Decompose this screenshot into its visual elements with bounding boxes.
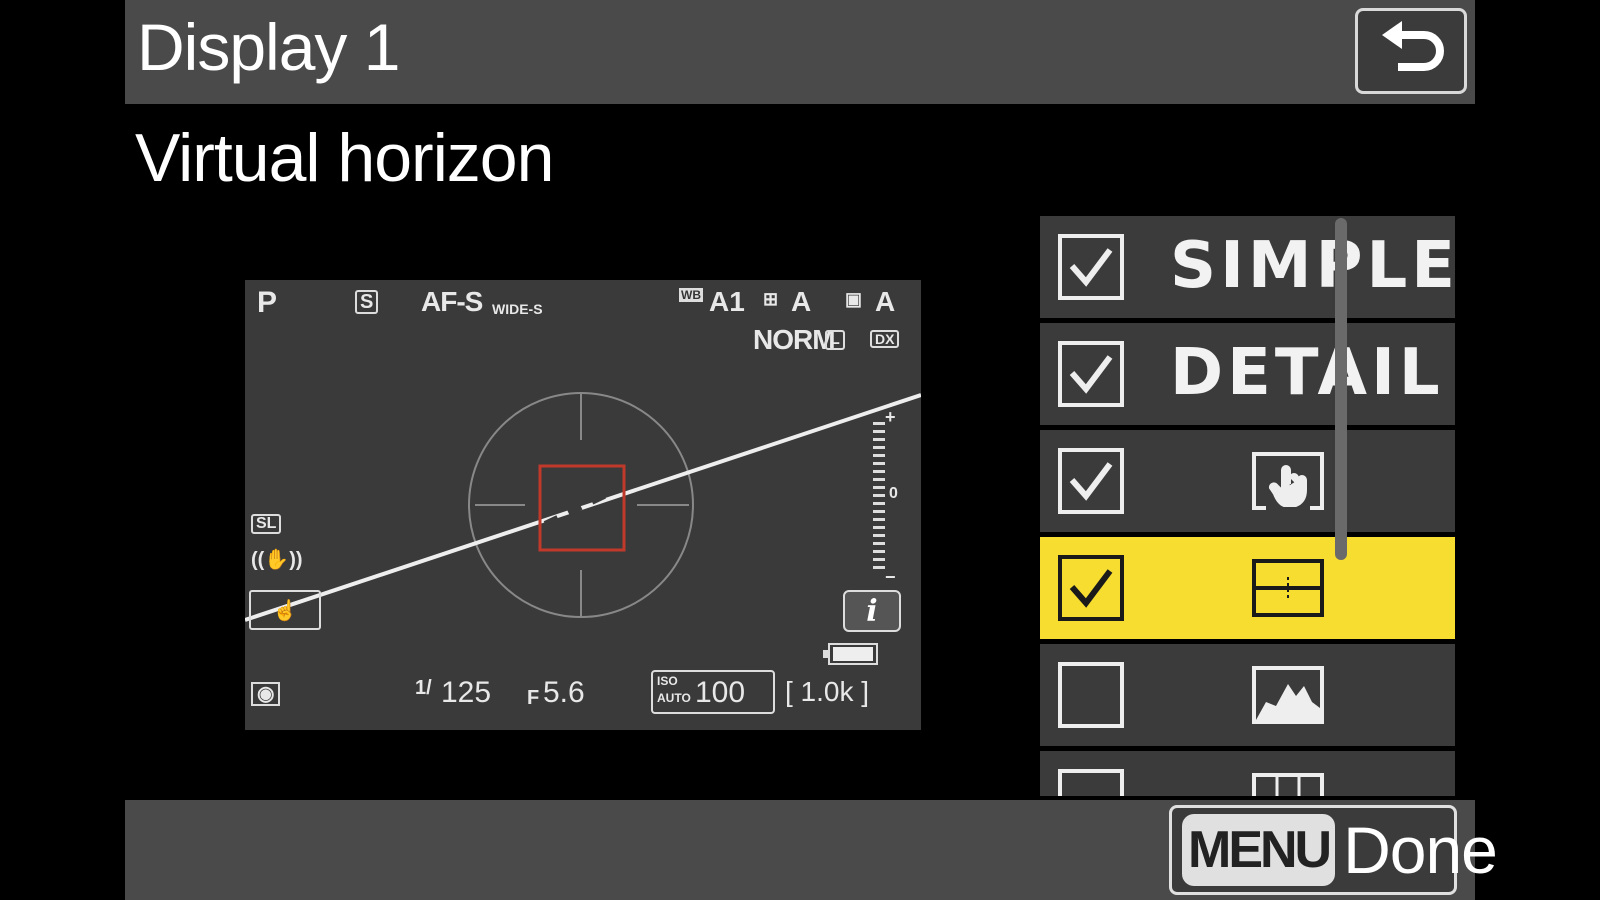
- touch-hand-icon: [1252, 452, 1324, 510]
- checkmark-icon: [1069, 462, 1113, 501]
- battery-icon: [823, 643, 878, 665]
- list-item-virtual-horizon[interactable]: [1040, 537, 1455, 639]
- release-mode: S: [355, 290, 379, 314]
- focus-mode: AF-S: [421, 286, 483, 317]
- exposure-scale-icon: [873, 422, 885, 569]
- crop-mode: DX: [870, 330, 900, 348]
- picture-control-icon: ⊞: [763, 289, 779, 309]
- image-size: L: [825, 330, 845, 350]
- menu-button-badge: MENU: [1182, 814, 1336, 886]
- list-item-touch[interactable]: [1040, 430, 1455, 532]
- display-options-list: SIMPLE DETAIL: [1040, 216, 1455, 796]
- adl-icon: ▣: [845, 289, 863, 309]
- shutter-speed: 125: [441, 676, 492, 709]
- list-item-simple[interactable]: SIMPLE: [1040, 216, 1455, 318]
- checkbox[interactable]: [1058, 341, 1124, 407]
- done-button[interactable]: MENU Done: [1169, 805, 1498, 895]
- vibration-reduction-icon: ((✋)): [251, 549, 303, 571]
- live-view-preview: P S AF-S WIDE-S WB A1 ⊞ A ▣ A NORM L DX …: [245, 280, 921, 730]
- touch-shutter-button[interactable]: ☝: [249, 590, 321, 630]
- shooting-mode: P: [257, 286, 278, 319]
- iso-auto-label: AUTO: [657, 691, 691, 705]
- shots-remaining: [ 1.0k ]: [785, 676, 870, 707]
- iso-label: ISO: [657, 674, 678, 688]
- wb-icon: WB: [679, 288, 703, 302]
- iso-box: ISO AUTO 100: [651, 670, 775, 714]
- aperture-prefix: F: [527, 687, 540, 709]
- screen: Display 1 Virtual horizon P S AF-S WIDE-…: [125, 0, 1498, 900]
- checkmark-icon: [1069, 569, 1113, 608]
- list-scrollbar[interactable]: [1335, 218, 1347, 560]
- histogram-icon: [1252, 666, 1324, 724]
- checkbox[interactable]: [1058, 448, 1124, 514]
- page-title: Display 1: [137, 10, 400, 84]
- iso-value: 100: [695, 676, 746, 709]
- header-bar: Display 1: [125, 0, 1475, 104]
- virtual-horizon-icon: [1252, 559, 1324, 617]
- checkbox[interactable]: [1058, 769, 1124, 796]
- back-button[interactable]: [1355, 8, 1467, 94]
- image-quality: NORM: [753, 324, 836, 355]
- list-item-label: DETAIL: [1170, 336, 1444, 410]
- af-area-mode: WIDE-S: [492, 301, 543, 317]
- checkbox[interactable]: [1058, 662, 1124, 728]
- grid-icon: [1252, 773, 1324, 796]
- white-balance: A1: [709, 286, 745, 317]
- metering-icon: ◉: [251, 682, 281, 706]
- checkmark-icon: [1069, 248, 1113, 287]
- list-item-histogram[interactable]: [1040, 644, 1455, 746]
- checkmark-icon: [1069, 355, 1113, 394]
- setting-name: Virtual horizon: [135, 120, 554, 196]
- picture-control: A: [791, 286, 812, 317]
- done-label: Done: [1343, 813, 1498, 887]
- list-item-label: SIMPLE: [1170, 229, 1455, 303]
- info-button[interactable]: i: [843, 590, 901, 632]
- silent-mode-indicator: SL: [251, 514, 282, 534]
- list-item-detail[interactable]: DETAIL: [1040, 323, 1455, 425]
- touch-hand-icon: ☝: [272, 599, 298, 622]
- return-arrow-icon: [1382, 21, 1444, 71]
- active-d-lighting: A: [875, 286, 896, 317]
- checkbox[interactable]: [1058, 234, 1124, 300]
- checkbox[interactable]: [1058, 555, 1124, 621]
- exposure-zero: 0: [889, 485, 898, 502]
- shutter-prefix: 1/: [415, 677, 432, 699]
- list-item-grid[interactable]: [1040, 751, 1455, 796]
- footer-bar: MENU Done: [125, 800, 1498, 900]
- aperture: 5.6: [543, 676, 585, 709]
